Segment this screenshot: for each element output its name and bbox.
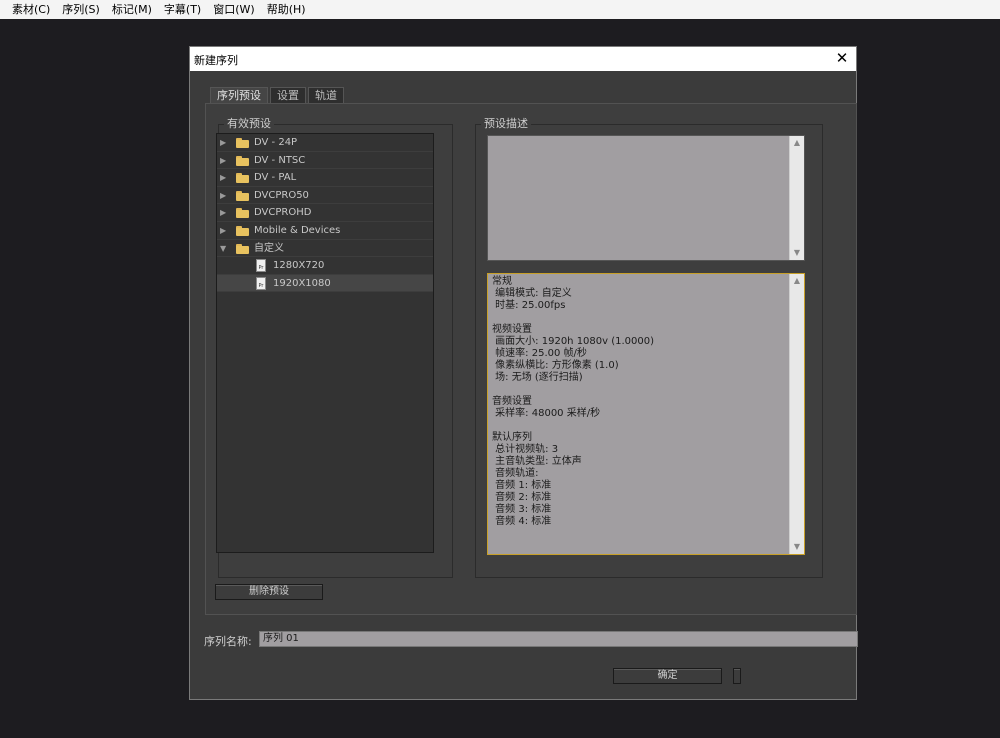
- menu-item-title[interactable]: 字幕(T): [158, 0, 207, 19]
- preset-description-legend: 预设描述: [481, 117, 531, 131]
- description-scrollbar[interactable]: ▲ ▼: [789, 136, 804, 260]
- description-line: 音频 2: 标准: [492, 492, 552, 503]
- preset-item-row[interactable]: Pr 1280X720: [217, 257, 433, 275]
- expand-right-icon[interactable]: ▶: [220, 204, 228, 221]
- description-line: 默认序列: [492, 432, 532, 443]
- description-line: 常规: [492, 276, 512, 287]
- expand-down-icon[interactable]: ▼: [220, 240, 228, 257]
- menu-item-clip[interactable]: 素材(C): [0, 0, 56, 19]
- preset-label: Mobile & Devices: [254, 224, 341, 236]
- scroll-up-icon[interactable]: ▲: [790, 274, 804, 288]
- tab-bar: 序列预设 设置 轨道: [210, 87, 346, 103]
- expand-right-icon[interactable]: ▶: [220, 152, 228, 169]
- scroll-up-icon[interactable]: ▲: [790, 136, 804, 150]
- description-line: 视频设置: [492, 324, 532, 335]
- expand-right-icon[interactable]: ▶: [220, 187, 228, 204]
- new-sequence-dialog: 新建序列 ✕ 序列预设 设置 轨道 有效预设 预设描述 ▶ DV - 24P ▶ DV…: [189, 46, 858, 700]
- description-line: 帧速率: 25.00 帧/秒: [492, 348, 587, 359]
- folder-icon: [236, 173, 249, 184]
- preset-label: 1920X1080: [273, 277, 331, 289]
- preset-item-row[interactable]: Pr 1920X1080: [217, 274, 433, 293]
- tab-sequence-presets[interactable]: 序列预设: [210, 87, 268, 103]
- description-line: 音频 1: 标准: [492, 480, 552, 491]
- preset-folder-row[interactable]: ▶ DV - PAL: [217, 169, 433, 187]
- dialog-title: 新建序列: [194, 54, 238, 67]
- description-line: [492, 420, 786, 432]
- preset-label: 1280X720: [273, 260, 325, 272]
- delete-preset-button[interactable]: 删除预设: [215, 584, 323, 600]
- preset-label: DV - NTSC: [254, 154, 306, 166]
- preset-label: DVCPRO50: [254, 189, 309, 201]
- preset-folder-row[interactable]: ▶ DVCPROHD: [217, 204, 433, 222]
- description-line: 音频轨道:: [492, 468, 539, 479]
- preset-label: DV - 24P: [254, 137, 298, 148]
- preset-details-box: 常规 编辑模式: 自定义 时基: 25.00fps 视频设置 画面大小: 1920…: [487, 273, 805, 555]
- description-line: 音频设置: [492, 396, 532, 407]
- tab-tracks[interactable]: 轨道: [308, 87, 344, 103]
- description-line: [492, 312, 786, 324]
- description-line: [492, 384, 786, 396]
- folder-icon: [236, 225, 249, 236]
- close-icon[interactable]: ✕: [834, 49, 850, 67]
- presets-tree: ▶ DV - 24P ▶ DV - NTSC ▶ DV - PAL ▶ DVCPRO50 ▶ DV…: [216, 133, 434, 553]
- folder-icon: [236, 155, 249, 166]
- preset-label: DVCPROHD: [254, 207, 312, 219]
- menu-item-window[interactable]: 窗口(W): [207, 0, 260, 19]
- description-line: 总计视频轨: 3: [492, 444, 559, 455]
- preset-folder-row[interactable]: ▶ DV - 24P: [217, 134, 433, 152]
- menu-item-sequence[interactable]: 序列(S): [56, 0, 106, 19]
- tab-settings[interactable]: 设置: [270, 87, 306, 103]
- description-line: 场: 无场 (逐行扫描): [492, 372, 583, 383]
- description-line: 采样率: 48000 采样/秒: [492, 408, 601, 419]
- ok-button[interactable]: 确定: [613, 668, 722, 684]
- expand-right-icon[interactable]: ▶: [220, 134, 228, 151]
- folder-icon: [236, 208, 249, 219]
- cancel-button[interactable]: [733, 668, 741, 684]
- preset-details-text: 常规 编辑模式: 自定义 时基: 25.00fps 视频设置 画面大小: 1920…: [492, 276, 786, 528]
- folder-icon: [236, 190, 249, 201]
- expand-right-icon[interactable]: ▶: [220, 222, 228, 239]
- folder-icon: [236, 138, 249, 148]
- menu-item-marker[interactable]: 标记(M): [106, 0, 158, 19]
- sequence-name-label: 序列名称:: [204, 635, 252, 648]
- preset-folder-row[interactable]: ▶ DV - NTSC: [217, 152, 433, 170]
- preset-description-box: ▲ ▼: [487, 135, 805, 261]
- description-line: 像素纵横比: 方形像素 (1.0): [492, 360, 619, 371]
- description-line: 编辑模式: 自定义: [492, 288, 572, 299]
- preset-label: 自定义: [254, 242, 284, 254]
- description-line: 音频 4: 标准: [492, 516, 552, 527]
- preset-folder-row[interactable]: ▶ Mobile & Devices: [217, 222, 433, 240]
- sequence-name-input[interactable]: 序列 01: [259, 631, 858, 647]
- preset-file-icon: Pr: [256, 276, 266, 290]
- available-presets-legend: 有效预设: [224, 117, 274, 131]
- description-line: 时基: 25.00fps: [492, 300, 566, 311]
- preset-folder-row[interactable]: ▶ DVCPRO50: [217, 187, 433, 205]
- description-line: 主音轨类型: 立体声: [492, 456, 582, 467]
- description-line: 音频 3: 标准: [492, 504, 552, 515]
- menu-bar: 素材(C) 序列(S) 标记(M) 字幕(T) 窗口(W) 帮助(H): [0, 0, 1000, 19]
- details-scrollbar[interactable]: ▲ ▼: [789, 274, 804, 554]
- expand-right-icon[interactable]: ▶: [220, 169, 228, 186]
- description-line: 画面大小: 1920h 1080v (1.0000): [492, 336, 655, 347]
- scroll-down-icon[interactable]: ▼: [790, 246, 804, 260]
- preset-label: DV - PAL: [254, 172, 297, 184]
- dialog-titlebar: 新建序列 ✕: [190, 47, 856, 71]
- preset-file-icon: Pr: [256, 259, 266, 273]
- preset-folder-row[interactable]: ▼ 自定义: [217, 240, 433, 258]
- scroll-down-icon[interactable]: ▼: [790, 540, 804, 554]
- folder-icon: [236, 243, 249, 254]
- menu-item-help[interactable]: 帮助(H): [261, 0, 312, 19]
